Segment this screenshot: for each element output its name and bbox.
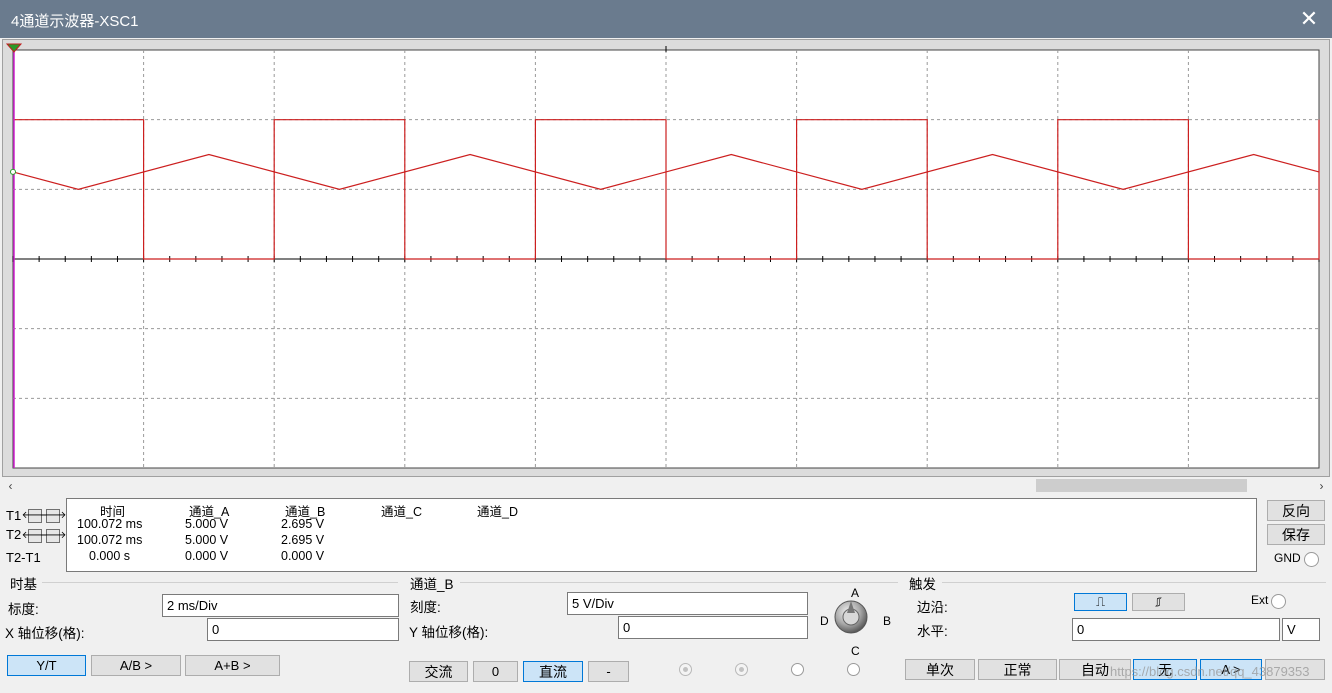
rising-edge-icon[interactable]: ⎍ — [1074, 593, 1127, 611]
cursor-readout-table: 时间 通道_A 通道_B 通道_C 通道_D 100.072 ms 5.000 … — [66, 498, 1257, 572]
channel-marker-icon — [10, 168, 16, 175]
level-label: 水平: — [917, 624, 948, 639]
x-offset-field[interactable]: 0 — [207, 618, 399, 641]
t1-label: T1 — [6, 508, 22, 523]
dt-time: 0.000 s — [89, 549, 131, 563]
t2-t1-label: T2-T1 — [6, 550, 41, 565]
reverse-button[interactable]: 反向 — [1267, 500, 1325, 521]
gnd-label: GND — [1274, 551, 1301, 565]
save-button[interactable]: 保存 — [1267, 524, 1325, 545]
scroll-right-icon[interactable]: › — [1313, 477, 1330, 494]
scroll-left-icon[interactable]: ‹ — [2, 477, 19, 494]
t1-channel-a: 5.000 V — [185, 517, 229, 531]
y-offset-label: Y 轴位移(格): — [409, 625, 489, 640]
channel-scale-field[interactable]: 5 V/Div — [567, 592, 808, 615]
timebase-divider — [42, 582, 398, 583]
dt-channel-b: 0.000 V — [281, 549, 325, 563]
gnd-radio[interactable] — [1304, 552, 1319, 567]
ext-label: Ext — [1251, 593, 1269, 607]
header-channel-d: 通道_D — [477, 505, 518, 519]
y-offset-field[interactable]: 0 — [618, 616, 808, 639]
ext-radio[interactable] — [1271, 594, 1286, 609]
channel-radio-4[interactable] — [847, 663, 860, 676]
coupling-ac-button[interactable]: 交流 — [409, 661, 468, 682]
knob-label-c: C — [851, 644, 860, 658]
coupling-minus-button[interactable]: - — [588, 661, 629, 682]
window-title: 4通道示波器-XSC1 — [11, 13, 139, 30]
channel-radio-1[interactable] — [679, 663, 692, 676]
t1-right-arrow-icon[interactable]: 🡒 — [40, 509, 66, 523]
t1-channel-b: 2.695 V — [281, 517, 325, 531]
knob-label-d: D — [820, 614, 829, 628]
level-field[interactable]: 0 — [1072, 618, 1280, 641]
t2-right-arrow-icon[interactable]: 🡒 — [40, 529, 66, 543]
waveform-display — [5, 43, 1320, 469]
timebase-scale-label: 标度: — [8, 602, 39, 617]
mode-yt-button[interactable]: Y/T — [7, 655, 86, 676]
trigger-divider — [942, 582, 1326, 583]
channel-radio-2[interactable] — [735, 663, 748, 676]
channel-title: 通道_B — [410, 577, 454, 592]
t2-channel-a: 5.000 V — [185, 533, 229, 547]
channel-selector-knob-icon[interactable] — [833, 599, 869, 635]
trigger-title: 触发 — [909, 577, 936, 592]
t2-channel-b: 2.695 V — [281, 533, 325, 547]
header-channel-c: 通道_C — [381, 505, 422, 519]
close-icon[interactable]: ✕ — [1286, 0, 1332, 38]
t1-time: 100.072 ms — [77, 517, 143, 531]
x-offset-label: X 轴位移(格): — [5, 626, 85, 641]
channel-scale-label: 刻度: — [410, 600, 441, 615]
title-bar: 4通道示波器-XSC1 ✕ — [0, 0, 1332, 38]
knob-label-a: A — [851, 586, 860, 600]
trigger-single-button[interactable]: 单次 — [905, 659, 975, 680]
watermark: https://blog.csdn.net/qq_43879353 — [1110, 664, 1310, 679]
timebase-title: 时基 — [10, 577, 37, 592]
channel-radio-3[interactable] — [791, 663, 804, 676]
t2-label: T2 — [6, 527, 22, 542]
oscilloscope-screen — [2, 39, 1330, 477]
timebase-scale-field[interactable]: 2 ms/Div — [162, 594, 399, 617]
horizontal-scrollbar[interactable]: ‹ › — [2, 477, 1330, 494]
t2-time: 100.072 ms — [77, 533, 143, 547]
channel-divider — [460, 582, 898, 583]
scroll-thumb[interactable] — [1036, 479, 1247, 492]
knob-label-b: B — [883, 614, 892, 628]
cursor-panel: T1 🡐 🡒 T2 🡐 🡒 T2-T1 时间 通道_A 通道_B 通道_C 通道… — [2, 498, 1264, 573]
coupling-dc-button[interactable]: 直流 — [523, 661, 583, 682]
mode-ab-button[interactable]: A/B > — [91, 655, 181, 676]
trigger-normal-button[interactable]: 正常 — [978, 659, 1057, 680]
falling-edge-icon[interactable]: ⎎ — [1132, 593, 1185, 611]
level-unit-select[interactable]: V — [1282, 618, 1320, 641]
mode-a-plus-b-button[interactable]: A+B > — [185, 655, 280, 676]
coupling-zero-button[interactable]: 0 — [473, 661, 518, 682]
edge-label: 边沿: — [917, 600, 948, 615]
dt-channel-a: 0.000 V — [185, 549, 229, 563]
